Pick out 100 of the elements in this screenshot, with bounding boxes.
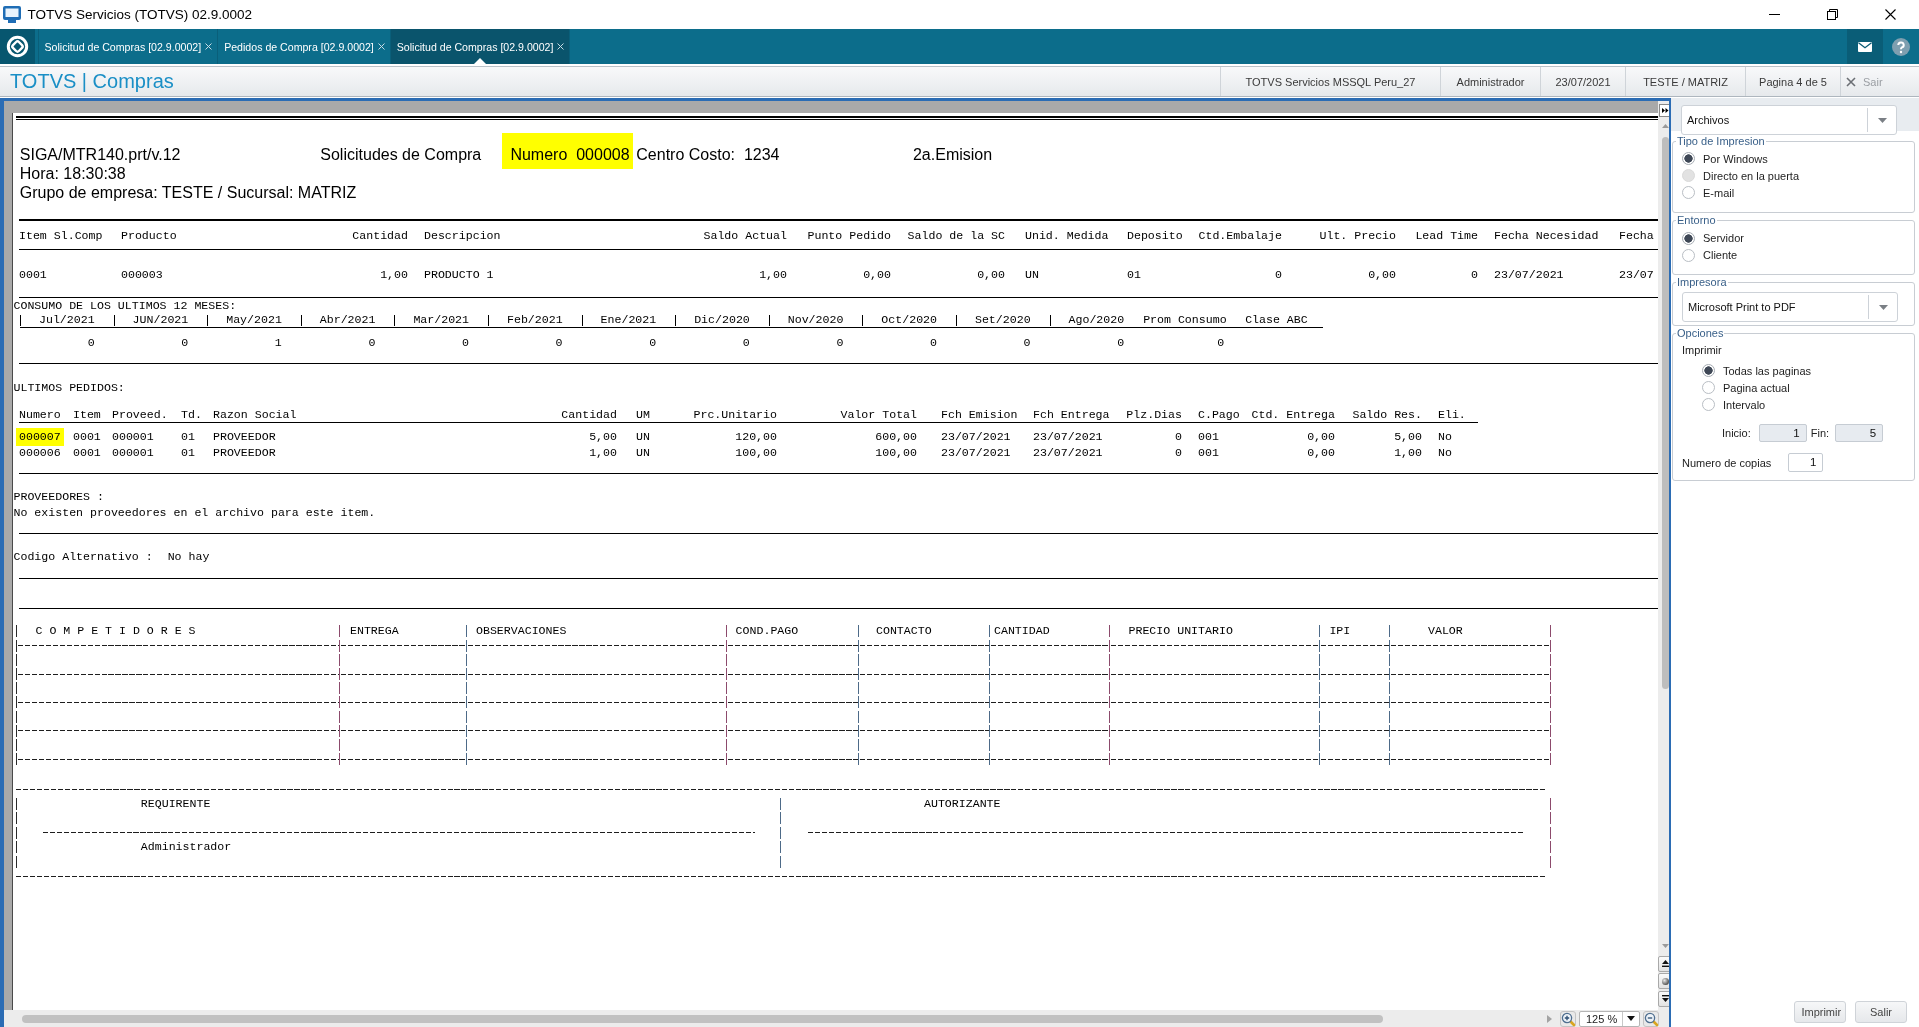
zoom-dropdown[interactable]: 125 % (1579, 1010, 1640, 1027)
column-header: Saldo Actual (703, 227, 787, 243)
radio-button[interactable] (1682, 248, 1695, 262)
radio-button[interactable] (1702, 364, 1715, 378)
table-cell: 23/07/2021 (1494, 267, 1564, 282)
group-title: Opciones (1676, 327, 1725, 341)
column-header: Numero (19, 407, 61, 422)
field-value: No hay (167, 549, 210, 565)
double-arrow-icon (1662, 108, 1669, 113)
section-title: ULTIMOS PEDIDOS: (13, 379, 125, 395)
company-branch: TESTE / MATRIZ (1643, 75, 1728, 88)
table-cell: 0 (181, 334, 189, 350)
table-cell: 0 (836, 334, 844, 350)
column-header: Set/2020 (974, 313, 1031, 327)
section-title: CONSUMO DE LOS ULTIMOS 12 MESES: (13, 298, 237, 313)
column-header: Abr/2021 (319, 313, 376, 327)
zoom-in-icon[interactable] (1560, 1010, 1576, 1027)
column-header: Item (73, 407, 101, 422)
table-cell: UN (636, 428, 650, 445)
column-header: Deposito (1127, 227, 1183, 243)
table-cell: 0,00 (863, 267, 891, 282)
request-number: Numero 000008 (501, 132, 633, 169)
table-cell: 0 (1217, 334, 1225, 350)
column-header: Fecha (1619, 227, 1654, 243)
copies-field[interactable]: 1 (1788, 453, 1824, 472)
column-header: Ctd.Embalaje (1198, 227, 1282, 243)
table-cell: 23/07/2021 (1033, 428, 1103, 445)
radio-button[interactable] (1702, 398, 1715, 412)
column-header: Razon Social (213, 407, 297, 422)
table-cell: 5,00 (589, 428, 617, 445)
table-cell: PRODUCTO 1 (424, 267, 494, 282)
table-cell: 0 (929, 334, 937, 350)
group-title: Entorno (1676, 214, 1717, 228)
table-cell: 0 (462, 334, 469, 350)
help-icon[interactable] (1892, 37, 1910, 56)
column-header: ENTREGA (350, 624, 399, 639)
pointer-icon (474, 58, 487, 64)
table-cell: UN (1025, 267, 1039, 282)
table-cell: 0 (555, 334, 563, 350)
column-header: Valor Total (840, 407, 917, 422)
column-header: Prom Consumo (1143, 313, 1227, 327)
table-cell: 1,00 (759, 267, 787, 282)
column-header: UM (636, 407, 650, 422)
restore-icon[interactable] (1826, 9, 1838, 20)
radio-button[interactable] (1682, 186, 1695, 200)
table-cell: 0,00 (1307, 428, 1335, 445)
column-header: Ago/2020 (1068, 313, 1125, 327)
column-header: VALOR (1427, 624, 1463, 639)
column-header: COND.PAGO (735, 624, 799, 639)
column-header: May/2021 (226, 313, 282, 327)
zoom-out-icon[interactable] (1643, 1010, 1659, 1027)
table-cell: 0 (649, 334, 657, 350)
logo-icon[interactable] (0, 29, 35, 64)
exit-button[interactable]: Salir (1855, 1001, 1907, 1023)
scroll-thumb[interactable] (22, 1014, 1383, 1023)
column-header: Dic/2020 (694, 313, 750, 327)
table-cell: No (1438, 428, 1452, 445)
server-name: TOTVS Servicios MSSQL Peru_27 (1245, 75, 1416, 88)
scroll-thumb[interactable] (1662, 137, 1669, 689)
tab[interactable]: Solicitud de Compras [02.9.0002] (389, 29, 570, 64)
column-header: Plz.Dias (1126, 407, 1182, 422)
column-header: OBSERVACIONES (476, 624, 567, 639)
option-label: Cliente (1703, 249, 1738, 262)
table-cell: 0,00 (1368, 267, 1396, 282)
table-cell: 0 (1175, 428, 1182, 445)
column-header: Saldo Res. (1352, 407, 1422, 422)
column-header: Producto (121, 227, 177, 243)
signature-role: AUTORIZANTE (924, 796, 1001, 812)
print-button[interactable]: Imprimir (1794, 1001, 1847, 1023)
column-header: Feb/2021 (506, 313, 563, 327)
table-cell: 000006 (19, 444, 61, 461)
radio-button[interactable] (1682, 231, 1695, 245)
column-header: Cantidad (561, 407, 617, 422)
column-header: Eli. (1438, 407, 1466, 422)
minimize-icon[interactable] (1768, 14, 1780, 15)
column-header: Fch Emision (941, 407, 1018, 422)
table-cell: 1,00 (380, 267, 408, 282)
close-icon (1846, 76, 1856, 87)
column-header: Unid. Medida (1025, 227, 1109, 243)
company-info: Grupo de empresa: TESTE / Sucursal: MATRIZ (19, 182, 357, 202)
arrow-down-bar-icon (1662, 995, 1669, 1003)
column-header: Prc.Unitario (693, 407, 777, 422)
option-label: Intervalo (1723, 398, 1766, 411)
mail-button[interactable] (1847, 29, 1883, 64)
page-indicator: Pagina 4 de 5 (1759, 75, 1827, 88)
table-cell: 01 (181, 444, 195, 461)
column-header: Ctd. Entrega (1251, 407, 1335, 422)
dropdown[interactable]: Microsoft Print to PDF (1682, 292, 1898, 323)
close-icon[interactable] (1884, 9, 1896, 20)
section-title: PROVEEDORES : (13, 489, 104, 505)
radio-button[interactable] (1682, 152, 1695, 166)
radio-button[interactable] (1702, 381, 1715, 395)
table-cell: 1,00 (589, 444, 617, 461)
option-label: Servidor (1703, 232, 1744, 245)
signature-role: REQUIRENTE (140, 796, 211, 812)
table-cell: 600,00 (875, 428, 917, 445)
module-title: TOTVS | Compras (10, 70, 174, 93)
mail-icon[interactable] (1858, 41, 1872, 52)
dropdown[interactable]: Archivos (1681, 105, 1897, 135)
column-header: Punto Pedido (807, 227, 891, 243)
